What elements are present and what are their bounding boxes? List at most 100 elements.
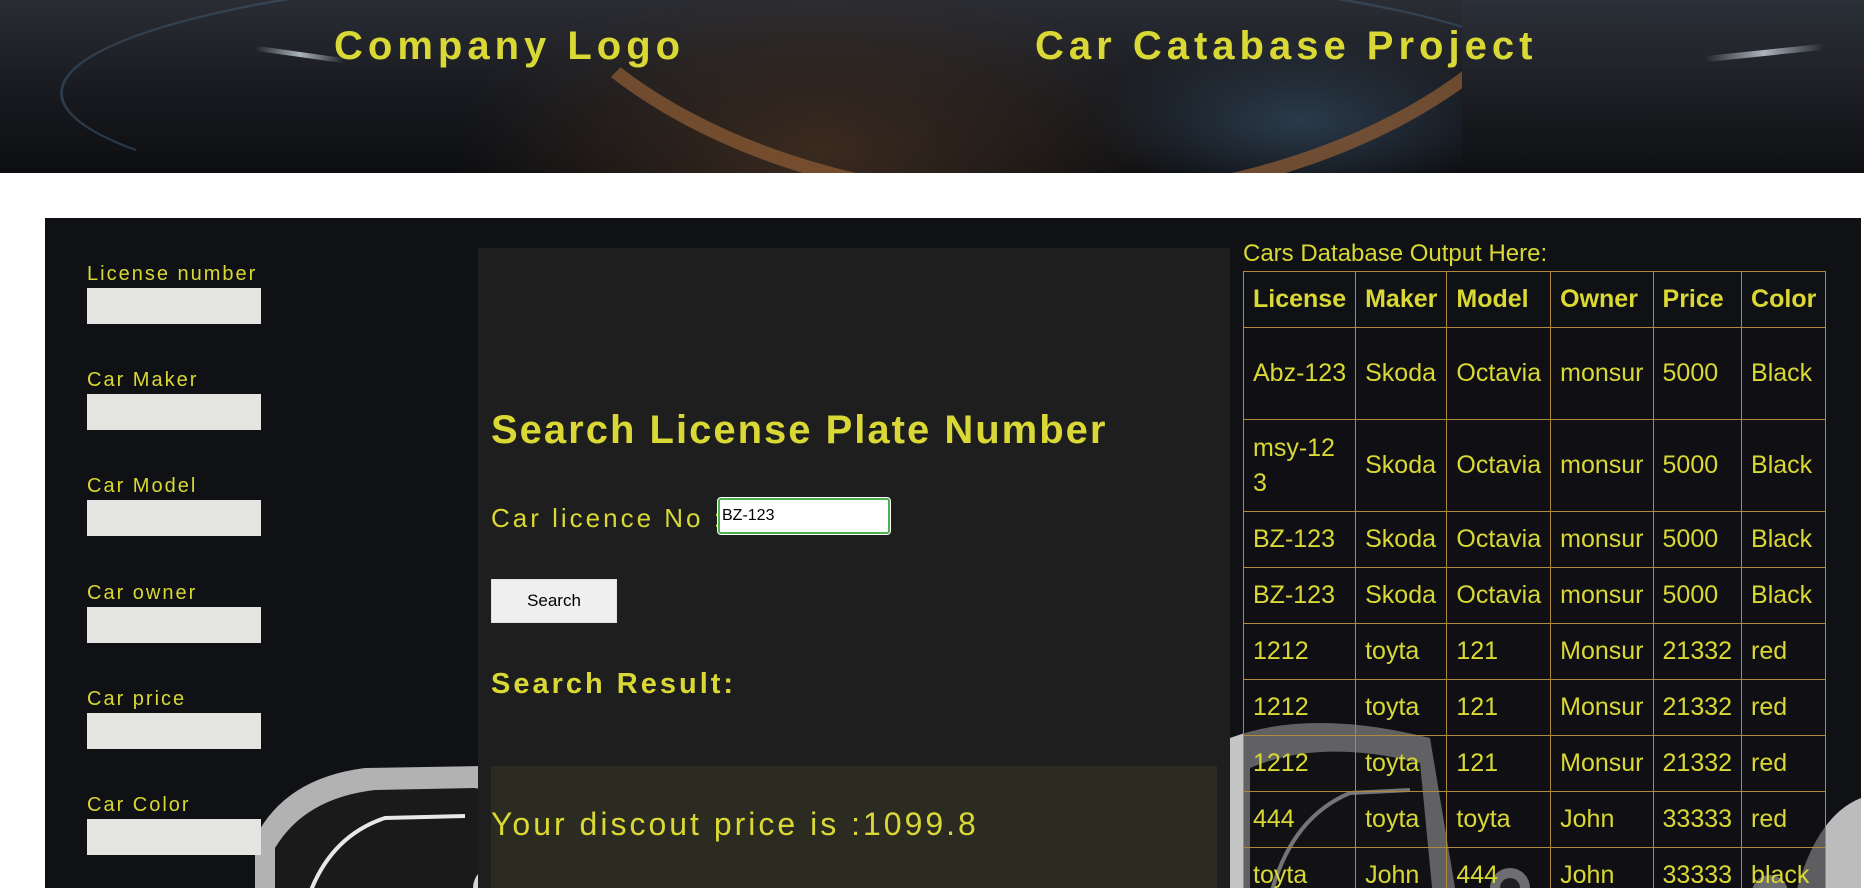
column-header: Model [1446, 271, 1552, 328]
price-field-group: Car price [87, 687, 267, 749]
search-result-heading: Search Result: [491, 668, 737, 700]
table-row: toyta John 444 John 33333 black [1242, 847, 1827, 888]
car-owner-input[interactable] [87, 607, 261, 643]
table-row: Abz-123 Skoda Octavia monsur 5000 Black [1242, 327, 1827, 420]
table-cell: toyta [1355, 791, 1448, 848]
table-cell: Black [1741, 511, 1827, 568]
table-cell: Black [1741, 327, 1827, 420]
license-field-group: License number [87, 262, 267, 324]
search-result-box: Your discout price is :1099.8 [491, 766, 1217, 888]
column-header: License [1242, 271, 1357, 328]
table-cell: Black [1741, 567, 1827, 624]
table-cell: Monsur [1550, 679, 1654, 736]
table-cell: 33333 [1652, 791, 1743, 848]
table-cell: monsur [1550, 327, 1654, 420]
table-cell: John [1355, 847, 1448, 888]
table-cell: 1212 [1242, 623, 1357, 680]
car-model-label: Car Model [87, 475, 198, 497]
cars-table: License Maker Model Owner Price Color Ab… [1242, 271, 1827, 888]
table-cell: 5000 [1652, 567, 1743, 624]
model-field-group: Car Model [87, 474, 267, 536]
table-cell: toyta [1242, 847, 1357, 888]
table-cell: 121 [1446, 735, 1552, 792]
column-header: Owner [1550, 271, 1654, 328]
table-cell: Skoda [1355, 511, 1448, 568]
table-row: BZ-123 Skoda Octavia monsur 5000 Black [1242, 567, 1827, 624]
table-header-row: License Maker Model Owner Price Color [1242, 271, 1827, 328]
search-button[interactable]: Search [491, 579, 617, 623]
table-cell: Skoda [1355, 419, 1448, 512]
table-row: 1212 toyta 121 Monsur 21332 red [1242, 679, 1827, 736]
table-cell: Black [1741, 419, 1827, 512]
licence-search-input[interactable] [717, 497, 891, 535]
license-number-label: License number [87, 263, 258, 285]
table-cell: Abz-123 [1242, 327, 1357, 420]
table-cell: 33333 [1652, 847, 1743, 888]
database-output-caption: Cars Database Output Here: [1243, 240, 1548, 267]
car-maker-input[interactable] [87, 394, 261, 430]
company-logo: Company Logo [334, 24, 686, 68]
main-panel: License number Car Maker Car Model Car o… [45, 218, 1861, 888]
table-cell: red [1741, 791, 1827, 848]
table-cell: BZ-123 [1242, 511, 1357, 568]
table-cell: Skoda [1355, 567, 1448, 624]
table-cell: 444 [1242, 791, 1357, 848]
license-number-input[interactable] [87, 288, 261, 324]
table-cell: John [1550, 791, 1654, 848]
car-owner-label: Car owner [87, 582, 198, 604]
table-row: msy-123 Skoda Octavia monsur 5000 Black [1242, 419, 1827, 512]
table-cell: Octavia [1446, 327, 1552, 420]
table-cell: toyta [1355, 623, 1448, 680]
table-cell: 5000 [1652, 511, 1743, 568]
maker-field-group: Car Maker [87, 368, 267, 430]
table-cell: 21332 [1652, 679, 1743, 736]
search-panel: Search License Plate Number Car licence … [478, 248, 1230, 888]
car-price-input[interactable] [87, 713, 261, 749]
table-cell: msy-123 [1242, 419, 1357, 512]
table-row: 1212 toyta 121 Monsur 21332 red [1242, 735, 1827, 792]
table-cell: 121 [1446, 679, 1552, 736]
table-row: 444 toyta toyta John 33333 red [1242, 791, 1827, 848]
discount-price-text: Your discout price is :1099.8 [491, 806, 979, 842]
column-header: Price [1652, 271, 1743, 328]
header-banner: Company Logo Car Catabase Project [0, 0, 1864, 173]
table-cell: Octavia [1446, 419, 1552, 512]
table-row: BZ-123 Skoda Octavia monsur 5000 Black [1242, 511, 1827, 568]
car-maker-label: Car Maker [87, 369, 199, 391]
table-cell: Octavia [1446, 511, 1552, 568]
column-header: Color [1741, 271, 1827, 328]
column-header: Maker [1355, 271, 1448, 328]
project-title: Car Catabase Project [1035, 24, 1538, 68]
table-cell: monsur [1550, 567, 1654, 624]
car-color-input[interactable] [87, 819, 261, 855]
search-heading: Search License Plate Number [491, 408, 1108, 452]
color-field-group: Car Color [87, 793, 267, 855]
car-price-label: Car price [87, 688, 187, 710]
table-cell: black [1741, 847, 1827, 888]
table-cell: 444 [1446, 847, 1552, 888]
licence-number-label: Car licence No : [491, 503, 724, 533]
table-cell: John [1550, 847, 1654, 888]
table-cell: Skoda [1355, 327, 1448, 420]
car-color-label: Car Color [87, 794, 191, 816]
table-cell: red [1741, 623, 1827, 680]
table-cell: 1212 [1242, 735, 1357, 792]
table-cell: 21332 [1652, 623, 1743, 680]
table-cell: Monsur [1550, 735, 1654, 792]
table-cell: BZ-123 [1242, 567, 1357, 624]
table-cell: toyta [1355, 679, 1448, 736]
car-model-input[interactable] [87, 500, 261, 536]
table-cell: 5000 [1652, 327, 1743, 420]
table-cell: monsur [1550, 419, 1654, 512]
table-cell: Octavia [1446, 567, 1552, 624]
table-cell: 1212 [1242, 679, 1357, 736]
table-cell: monsur [1550, 511, 1654, 568]
table-cell: red [1741, 735, 1827, 792]
table-cell: 121 [1446, 623, 1552, 680]
table-cell: toyta [1355, 735, 1448, 792]
table-cell: red [1741, 679, 1827, 736]
owner-field-group: Car owner [87, 581, 267, 643]
table-cell: 21332 [1652, 735, 1743, 792]
table-cell: Monsur [1550, 623, 1654, 680]
table-row: 1212 toyta 121 Monsur 21332 red [1242, 623, 1827, 680]
